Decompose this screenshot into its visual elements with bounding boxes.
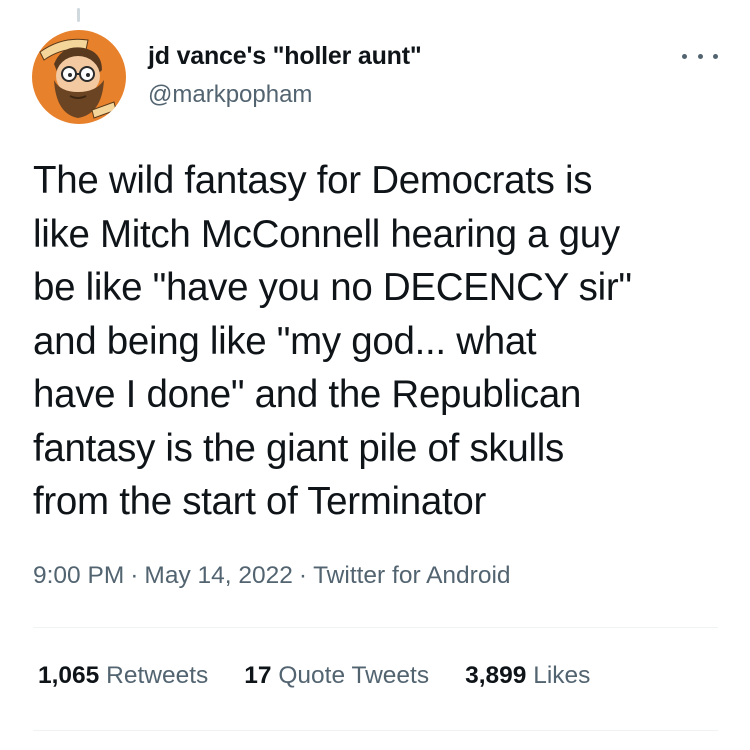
- likes-label: Likes: [533, 662, 591, 689]
- likes-stat[interactable]: 3,899 Likes: [465, 662, 590, 690]
- more-dot: [682, 53, 687, 59]
- tweet-stats: 1,065 Retweets 17 Quote Tweets 3,899 Lik…: [38, 662, 590, 690]
- more-options-icon[interactable]: [682, 44, 718, 68]
- author-display-name[interactable]: jd vance's "holler aunt": [148, 42, 422, 71]
- tweet-text: The wild fantasy for Democrats is like M…: [33, 159, 632, 523]
- divider: [33, 730, 718, 731]
- cartoon-avatar-icon: [32, 30, 126, 124]
- more-dot: [697, 53, 703, 59]
- tweet-time[interactable]: 9:00 PM: [33, 562, 124, 589]
- meta-separator: ·: [298, 562, 308, 589]
- meta-separator: ·: [130, 562, 139, 589]
- retweets-count: 1,065: [38, 662, 100, 689]
- avatar[interactable]: [32, 30, 126, 124]
- retweets-stat[interactable]: 1,065 Retweets: [38, 662, 208, 690]
- likes-count: 3,899: [465, 662, 527, 689]
- tweet-metadata: 9:00 PM · May 14, 2022 · Twitter for Android: [33, 562, 511, 590]
- author-handle[interactable]: @markpopham: [148, 81, 312, 109]
- tweet-date[interactable]: May 14, 2022: [144, 562, 292, 589]
- quote-tweets-stat[interactable]: 17 Quote Tweets: [244, 662, 429, 690]
- divider: [33, 627, 718, 628]
- tweet-source[interactable]: Twitter for Android: [313, 562, 510, 589]
- quote-tweets-count: 17: [244, 662, 272, 689]
- retweets-label: Retweets: [106, 662, 209, 689]
- quote-tweets-label: Quote Tweets: [278, 662, 430, 689]
- thread-connector-line: [77, 8, 80, 22]
- more-dot: [713, 53, 718, 59]
